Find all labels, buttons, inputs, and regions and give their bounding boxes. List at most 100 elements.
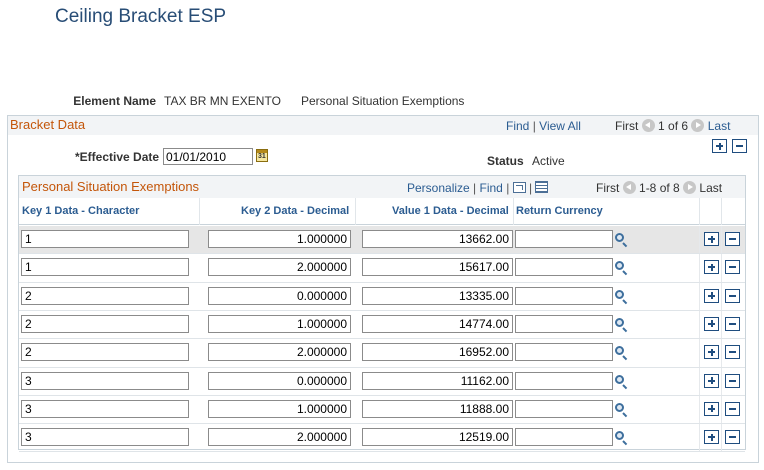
bracket-last-link[interactable]: Last — [708, 119, 731, 133]
key1-input[interactable] — [21, 258, 189, 277]
table-row — [19, 282, 745, 311]
grid-header: Personal Situation Exemptions Personaliz… — [19, 176, 745, 198]
table-row — [19, 395, 745, 424]
column-header-key2[interactable]: Key 2 Data - Decimal — [241, 205, 349, 217]
return-currency-input[interactable] — [515, 286, 613, 305]
chevron-right-icon[interactable] — [683, 181, 697, 194]
grid-column-headers: Key 1 Data - Character Key 2 Data - Deci… — [19, 198, 745, 225]
delete-row-button[interactable] — [725, 260, 740, 275]
key1-input[interactable] — [21, 286, 189, 305]
search-icon[interactable] — [615, 261, 629, 276]
add-row-button[interactable] — [704, 232, 719, 246]
element-description: Personal Situation Exemptions — [301, 94, 465, 108]
delete-row-button[interactable] — [725, 232, 740, 246]
delete-row-button[interactable] — [725, 345, 740, 360]
chevron-left-icon[interactable] — [622, 181, 636, 194]
table-row — [19, 254, 745, 283]
add-row-button[interactable] — [704, 260, 719, 275]
chevron-left-icon[interactable] — [641, 119, 655, 132]
effective-date-input[interactable] — [163, 148, 253, 165]
download-grid-icon[interactable] — [535, 181, 549, 193]
search-icon[interactable] — [615, 374, 629, 389]
return-currency-input[interactable] — [515, 371, 613, 390]
search-icon[interactable] — [615, 233, 629, 248]
value1-input[interactable] — [362, 230, 513, 248]
minus-icon — [729, 407, 736, 410]
table-row — [19, 310, 745, 339]
zoom-grid-icon[interactable] — [512, 182, 526, 193]
delete-row-button[interactable] — [725, 430, 740, 445]
minus-icon — [729, 436, 736, 439]
table-row — [19, 367, 745, 396]
exemptions-grid: Personal Situation Exemptions Personaliz… — [18, 175, 746, 453]
table-row — [19, 226, 745, 254]
key1-input[interactable] — [21, 230, 189, 248]
add-row-button[interactable] — [704, 316, 719, 331]
grid-personalize-link[interactable]: Personalize — [407, 181, 470, 195]
key2-input[interactable] — [208, 258, 351, 277]
bracket-find-link[interactable]: Find — [506, 119, 529, 133]
grid-first-label: First — [596, 181, 620, 195]
table-row — [19, 424, 745, 453]
add-row-button[interactable] — [704, 373, 719, 388]
minus-icon — [729, 266, 736, 269]
search-icon[interactable] — [615, 431, 629, 446]
value1-input[interactable] — [362, 428, 513, 447]
return-currency-input[interactable] — [515, 230, 613, 248]
bracket-range: 1 of 6 — [658, 119, 689, 133]
return-currency-input[interactable] — [515, 314, 613, 333]
search-icon[interactable] — [615, 346, 629, 361]
return-currency-input[interactable] — [515, 428, 613, 447]
add-bracket-button[interactable] — [712, 139, 727, 153]
value1-input[interactable] — [362, 258, 513, 277]
add-row-button[interactable] — [704, 288, 719, 303]
element-name-label: Element Name — [73, 94, 156, 108]
grid-find-link[interactable]: Find — [480, 181, 503, 195]
delete-bracket-button[interactable] — [732, 139, 747, 153]
minus-icon — [729, 379, 736, 382]
minus-icon — [729, 294, 736, 297]
key2-input[interactable] — [208, 286, 351, 305]
key1-input[interactable] — [21, 399, 189, 418]
return-currency-input[interactable] — [515, 258, 613, 277]
column-header-currency[interactable]: Return Currency — [516, 205, 603, 217]
minus-icon — [729, 238, 736, 240]
value1-input[interactable] — [362, 286, 513, 305]
delete-row-button[interactable] — [725, 316, 740, 331]
key2-input[interactable] — [208, 428, 351, 447]
add-row-button[interactable] — [704, 401, 719, 416]
page-title: Ceiling Bracket ESP — [55, 6, 227, 27]
key1-input[interactable] — [21, 343, 189, 362]
value1-input[interactable] — [362, 343, 513, 362]
key1-input[interactable] — [21, 371, 189, 390]
return-currency-input[interactable] — [515, 343, 613, 362]
bracket-nav: Find | View All — [506, 119, 581, 133]
delete-row-button[interactable] — [725, 288, 740, 303]
calendar-icon[interactable]: 31 — [256, 149, 268, 162]
separator: | — [473, 181, 477, 195]
key2-input[interactable] — [208, 343, 351, 362]
value1-input[interactable] — [362, 371, 513, 390]
delete-row-button[interactable] — [725, 401, 740, 416]
add-row-button[interactable] — [704, 430, 719, 445]
calendar-icon-text: 31 — [258, 153, 266, 160]
add-row-button[interactable] — [704, 345, 719, 360]
key1-input[interactable] — [21, 428, 189, 447]
key1-input[interactable] — [21, 314, 189, 333]
key2-input[interactable] — [208, 314, 351, 333]
column-header-value1[interactable]: Value 1 Data - Decimal — [392, 205, 509, 217]
value1-input[interactable] — [362, 314, 513, 333]
search-icon[interactable] — [615, 402, 629, 418]
chevron-right-icon[interactable] — [691, 119, 705, 132]
bracket-view-all-link[interactable]: View All — [539, 119, 581, 133]
delete-row-button[interactable] — [725, 373, 740, 388]
key2-input[interactable] — [208, 230, 351, 248]
value1-input[interactable] — [362, 399, 513, 418]
search-icon[interactable] — [615, 317, 629, 333]
bracket-data-header: Bracket Data Find | View All First 1 of … — [8, 116, 758, 135]
column-header-key1[interactable]: Key 1 Data - Character — [22, 205, 139, 217]
key2-input[interactable] — [208, 371, 351, 390]
key2-input[interactable] — [208, 399, 351, 418]
search-icon[interactable] — [615, 289, 629, 304]
return-currency-input[interactable] — [515, 399, 613, 418]
